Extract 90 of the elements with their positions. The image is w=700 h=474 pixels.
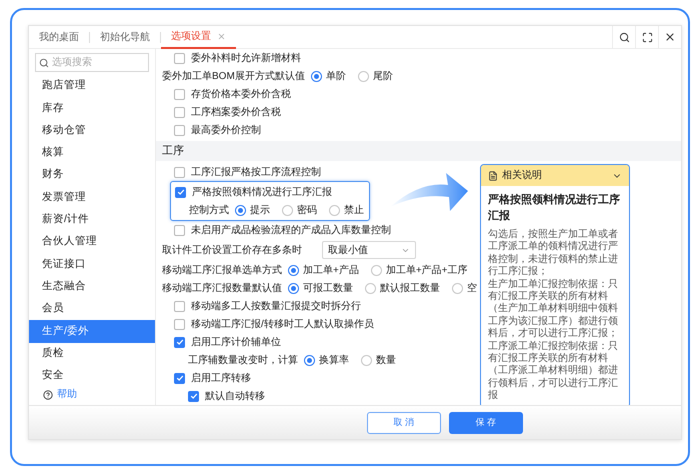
option-label: 最高委外价控制 bbox=[191, 124, 261, 138]
radio-label: 换算率 bbox=[319, 354, 349, 368]
radio-button[interactable] bbox=[304, 354, 315, 366]
option-label: 工序汇报严格按工序流程控制 bbox=[191, 166, 321, 180]
option-label: 委外补料时允许新增材料 bbox=[191, 52, 301, 66]
radio-button[interactable] bbox=[365, 282, 376, 294]
description-text: 生产加工单汇报控制依据：只有汇报工序关联的所有材料（生产加工单材料明细中领料工序为该汇报工序）都进行领料后，才可以进行工序汇报； bbox=[488, 278, 619, 340]
sidebar-item[interactable]: 移动仓管 bbox=[29, 120, 155, 142]
checkbox[interactable] bbox=[188, 390, 199, 402]
option-label: 未启用产成品检验流程的产成品入库数量控制 bbox=[191, 224, 391, 238]
option-label: 启用工序转移 bbox=[191, 372, 251, 386]
option-label: 启用工序计价辅单位 bbox=[191, 336, 281, 350]
sidebar-item[interactable]: 跑店管理 bbox=[29, 75, 155, 98]
close-icon bbox=[664, 31, 676, 43]
cancel-button[interactable]: 取 消 bbox=[367, 412, 441, 434]
sidebar-item[interactable]: 核算 bbox=[29, 142, 155, 164]
option-label: 工序辅数量改变时，计算 bbox=[188, 354, 298, 368]
description-text: 勾选后，按照生产加工单或者工序派工单的领料情况进行严格控制，未进行领料的禁止进行工序汇报； bbox=[488, 229, 619, 278]
option-label: 委外加工单BOM展开方式默认值 bbox=[162, 70, 305, 84]
radio-button[interactable] bbox=[288, 264, 299, 276]
help-icon bbox=[43, 390, 53, 400]
sidebar-item[interactable]: 财务 bbox=[29, 164, 155, 186]
option-label: 移动端多工人按数量汇报提交时拆分行 bbox=[191, 300, 361, 314]
option-label: 移动端工序汇报/转移时工人默认取操作员 bbox=[191, 318, 374, 332]
sidebar-item[interactable]: 质检 bbox=[29, 342, 155, 365]
document-icon bbox=[488, 170, 498, 180]
close-icon[interactable] bbox=[217, 32, 226, 40]
radio-label: 默认报工数量 bbox=[380, 282, 440, 296]
checkbox[interactable] bbox=[174, 336, 185, 348]
radio-button[interactable] bbox=[358, 70, 369, 82]
radio-button[interactable] bbox=[329, 204, 340, 216]
checkbox[interactable] bbox=[174, 124, 185, 136]
checkbox[interactable] bbox=[174, 318, 185, 330]
radio-label: 加工单+产品 bbox=[303, 264, 359, 278]
radio-label: 空 bbox=[467, 282, 477, 296]
panel-title: 严格按照领料情况进行工序汇报 bbox=[488, 192, 621, 224]
tab[interactable]: 选项设置 bbox=[161, 26, 236, 48]
radio-button[interactable] bbox=[361, 354, 372, 366]
dropdown[interactable]: 取最小值 bbox=[322, 241, 416, 259]
section-title: 工序 bbox=[162, 144, 184, 159]
radio-label: 密码 bbox=[297, 204, 317, 218]
checkbox[interactable] bbox=[174, 372, 185, 384]
radio-label: 加工单+产品+工序 bbox=[386, 264, 468, 278]
radio-button[interactable] bbox=[452, 282, 463, 294]
radio-label: 数量 bbox=[376, 354, 396, 368]
option-label: 移动端工序汇报单选单方式 bbox=[162, 264, 282, 278]
sidebar-item[interactable]: 合伙人管理 bbox=[29, 231, 155, 254]
radio-label: 尾阶 bbox=[372, 70, 393, 84]
sidebar-item[interactable]: 生产/委外 bbox=[29, 320, 155, 343]
search-icon bbox=[39, 58, 49, 68]
sidebar-item[interactable]: 发票管理 bbox=[29, 186, 155, 209]
sidebar-item[interactable]: 薪资/计件 bbox=[29, 208, 155, 232]
checkbox[interactable] bbox=[174, 300, 185, 312]
sidebar-item[interactable]: 安全 bbox=[29, 364, 155, 388]
option-label: 工序档案委外价含税 bbox=[191, 106, 281, 120]
radio-button[interactable] bbox=[310, 70, 322, 82]
checkbox[interactable] bbox=[175, 186, 186, 198]
sidebar-item[interactable]: 凭证接口 bbox=[29, 253, 155, 276]
checkbox[interactable] bbox=[174, 106, 185, 118]
checkbox[interactable] bbox=[174, 224, 185, 236]
panel-header: 相关说明 bbox=[502, 168, 542, 183]
fullscreen-icon bbox=[642, 32, 652, 42]
radio-button[interactable] bbox=[282, 204, 293, 216]
search-input[interactable]: 选项搜索 bbox=[52, 55, 142, 70]
option-label: 取计件工价设置工价存在多条时 bbox=[162, 244, 302, 258]
radio-label: 单阶 bbox=[326, 70, 346, 84]
option-label: 移动端工序汇报数量默认值 bbox=[162, 282, 282, 296]
option-label: 默认自动转移 bbox=[205, 390, 265, 404]
sidebar-item[interactable]: 生态融合 bbox=[29, 276, 155, 298]
option-label: 控制方式 bbox=[189, 204, 229, 218]
radio-label: 提示 bbox=[250, 204, 270, 218]
tab[interactable]: 初始化导航 bbox=[90, 26, 160, 48]
tab[interactable]: 我的桌面 bbox=[29, 26, 89, 48]
option-label: 严格按照领料情况进行工序汇报 bbox=[192, 186, 332, 200]
radio-button[interactable] bbox=[235, 204, 246, 216]
radio-button[interactable] bbox=[370, 264, 382, 276]
sidebar-item[interactable]: 会员 bbox=[29, 298, 155, 320]
checkbox[interactable] bbox=[174, 166, 185, 178]
save-button[interactable]: 保 存 bbox=[449, 412, 523, 434]
radio-label: 可报工数量 bbox=[303, 282, 353, 296]
radio-label: 禁止 bbox=[344, 204, 364, 218]
description-text: 工序派工单汇报控制依据：只有汇报工序关联的所有材料（工序派工单材料明细）都进行领料后，才可以进行工序汇报 bbox=[488, 340, 619, 403]
search-field[interactable]: 选项搜索 bbox=[35, 53, 149, 72]
sidebar-item[interactable]: 库存 bbox=[29, 97, 155, 120]
option-label: 存货价格本委外价含税 bbox=[191, 88, 291, 102]
radio-button[interactable] bbox=[288, 282, 299, 294]
help-link[interactable]: 帮助 bbox=[57, 387, 77, 402]
checkbox[interactable] bbox=[174, 88, 185, 100]
search-icon bbox=[618, 32, 630, 42]
checkbox[interactable] bbox=[174, 52, 185, 64]
